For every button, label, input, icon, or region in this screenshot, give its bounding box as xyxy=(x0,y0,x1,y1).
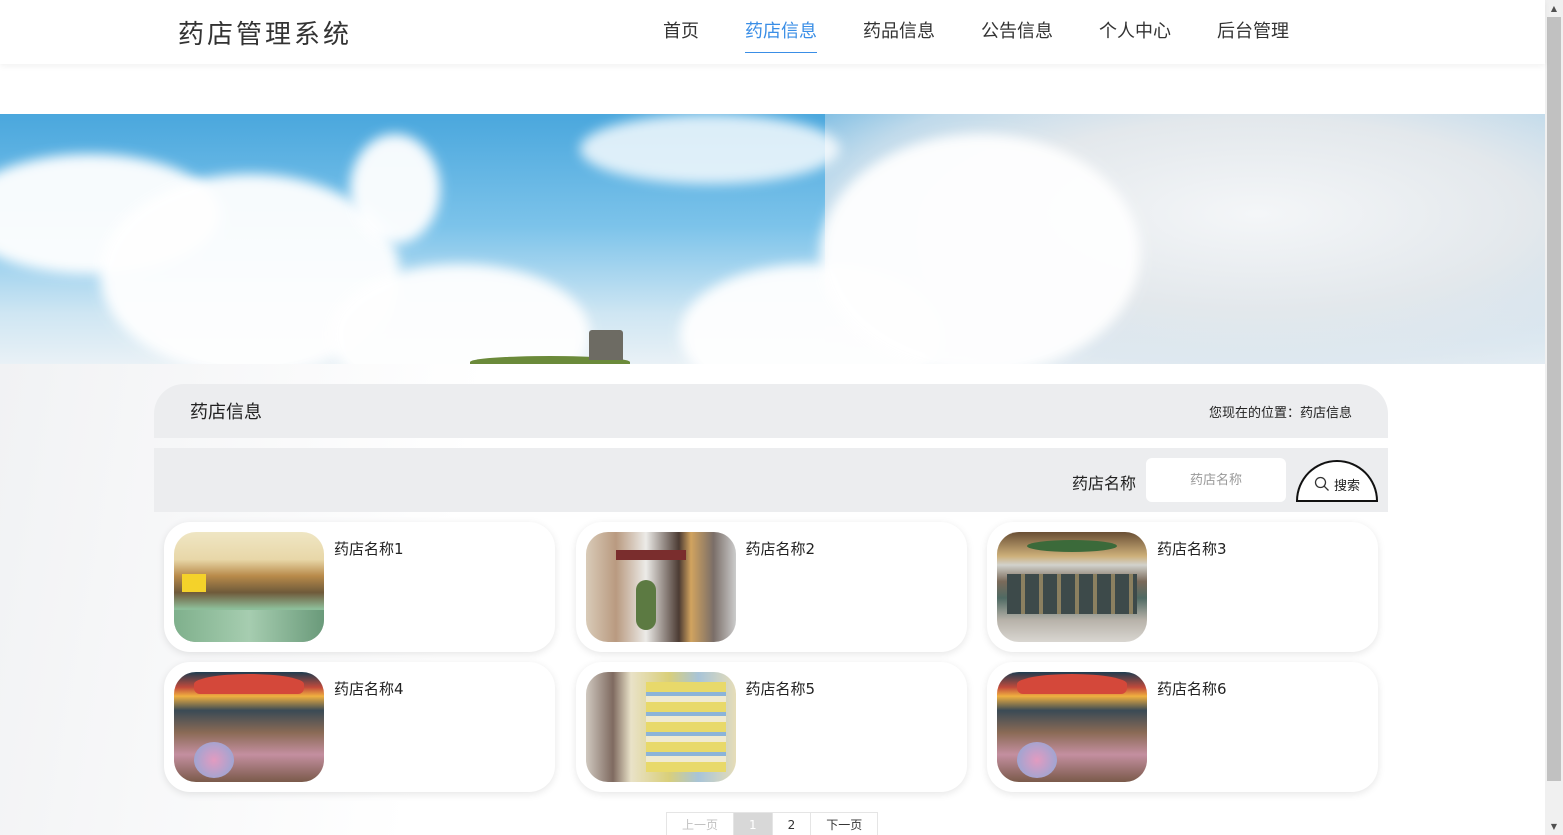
pager-page-1[interactable]: 1 xyxy=(734,813,773,835)
pager-page-2[interactable]: 2 xyxy=(773,813,812,835)
scroll-down-arrow-icon[interactable]: ▼ xyxy=(1545,818,1563,835)
breadcrumb-current[interactable]: 药店信息 xyxy=(1300,402,1352,421)
nav-item-home[interactable]: 首页 xyxy=(645,0,717,64)
banner-tower xyxy=(589,330,623,360)
store-name[interactable]: 药店名称4 xyxy=(334,678,404,699)
search-input[interactable] xyxy=(1146,458,1286,502)
scroll-up-arrow-icon[interactable]: ▲ xyxy=(1545,0,1563,17)
nav-item-personal-center[interactable]: 个人中心 xyxy=(1081,0,1189,64)
top-navbar: 药店管理系统 首页 药店信息 药品信息 公告信息 个人中心 后台管理 xyxy=(0,0,1545,64)
store-thumbnail[interactable] xyxy=(997,532,1147,642)
vertical-scrollbar[interactable]: ▲ ▼ xyxy=(1545,0,1563,835)
section-title: 药店信息 xyxy=(190,402,262,423)
store-name[interactable]: 药店名称1 xyxy=(334,538,404,559)
store-sign xyxy=(194,674,304,694)
search-button[interactable]: 搜索 xyxy=(1296,460,1378,502)
store-shelves xyxy=(645,682,726,772)
breadcrumb-prefix: 您现在的位置： xyxy=(1208,406,1300,421)
store-shelves xyxy=(1007,574,1137,614)
store-thumbnail[interactable] xyxy=(174,532,324,642)
store-thumbnail[interactable] xyxy=(585,672,736,782)
store-sign xyxy=(1017,674,1127,694)
store-sign xyxy=(182,574,206,592)
breadcrumb: 您现在的位置： 药店信息 xyxy=(1209,402,1352,421)
store-card[interactable]: 药店名称6 xyxy=(987,662,1378,792)
search-icon xyxy=(1314,476,1329,491)
search-button-label: 搜索 xyxy=(1333,478,1360,494)
store-card[interactable]: 药店名称4 xyxy=(164,662,555,792)
main-nav: 首页 药店信息 药品信息 公告信息 个人中心 后台管理 xyxy=(640,0,1312,64)
store-card[interactable]: 药店名称1 xyxy=(164,522,555,652)
store-thumbnail[interactable] xyxy=(174,672,324,782)
store-card[interactable]: 药店名称2 xyxy=(575,522,967,652)
pager-prev-button[interactable]: 上一页 xyxy=(667,813,735,835)
search-label: 药店名称 xyxy=(1072,474,1137,493)
store-name[interactable]: 药店名称5 xyxy=(746,678,816,699)
hero-banner xyxy=(0,114,1545,364)
pager-next-button[interactable]: 下一页 xyxy=(811,813,877,835)
search-bar: 药店名称 搜索 xyxy=(154,448,1388,512)
store-counter xyxy=(174,610,324,642)
store-name[interactable]: 药店名称6 xyxy=(1157,678,1227,699)
nav-item-announcements[interactable]: 公告信息 xyxy=(963,0,1071,64)
nav-item-pharmacy-info[interactable]: 药店信息 xyxy=(727,0,835,64)
store-name[interactable]: 药店名称3 xyxy=(1157,538,1227,559)
banner-cloud xyxy=(580,114,840,184)
store-grid: 药店名称1 药店名称2 药店名称3 药店名称4 药店名称5 药店名称6 xyxy=(164,522,1378,792)
banner-cloud xyxy=(350,134,440,244)
store-sign xyxy=(615,550,686,560)
store-thumbnail[interactable] xyxy=(585,532,736,642)
store-balloons xyxy=(194,742,234,778)
store-ceiling xyxy=(1027,540,1117,552)
store-plant xyxy=(635,580,656,630)
section-header: 药店信息 您现在的位置： 药店信息 xyxy=(154,384,1388,438)
nav-item-medicine-info[interactable]: 药品信息 xyxy=(845,0,953,64)
pagination: 上一页 1 2 下一页 xyxy=(666,812,879,835)
store-name[interactable]: 药店名称2 xyxy=(746,538,816,559)
scroll-thumb[interactable] xyxy=(1547,17,1561,781)
store-balloons xyxy=(1017,742,1057,778)
store-card[interactable]: 药店名称5 xyxy=(575,662,967,792)
site-title: 药店管理系统 xyxy=(178,20,353,50)
store-thumbnail[interactable] xyxy=(997,672,1147,782)
store-card[interactable]: 药店名称3 xyxy=(987,522,1378,652)
nav-item-admin[interactable]: 后台管理 xyxy=(1199,0,1307,64)
banner-cloud xyxy=(820,134,1140,364)
